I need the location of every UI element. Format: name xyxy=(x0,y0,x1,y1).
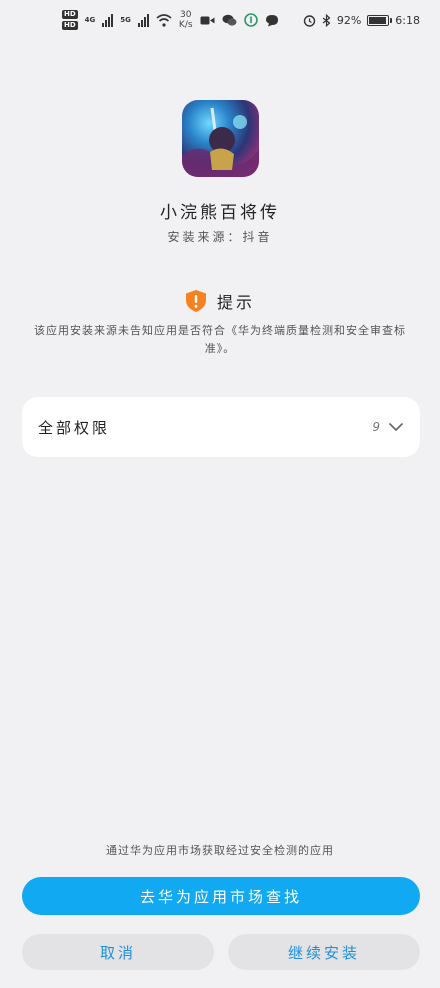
status-right: 92% 6:18 xyxy=(303,14,420,27)
speed-unit: K/s xyxy=(178,20,193,30)
clock: 6:18 xyxy=(395,14,420,27)
permissions-label: 全部权限 xyxy=(38,418,111,437)
battery-percent: 92% xyxy=(336,14,362,27)
chevron-down-icon xyxy=(388,422,404,432)
notice-title: 提示 xyxy=(216,293,255,312)
hd-badge-1: HD xyxy=(62,10,78,19)
shield-warning-icon xyxy=(185,290,206,312)
network-type-1: 4G xyxy=(84,16,96,24)
wifi-icon xyxy=(156,13,172,27)
all-permissions-row[interactable]: 全部权限 9 xyxy=(22,397,420,457)
signal-icon xyxy=(102,13,114,27)
status-bar: HD HD 4G 5G 30 K/s 92% 6:18 xyxy=(0,0,440,44)
message-icon xyxy=(265,14,278,26)
network-speed: 30 K/s xyxy=(179,10,193,30)
app-notify-icon xyxy=(243,13,258,27)
video-icon xyxy=(200,16,215,24)
signal-icon-2 xyxy=(137,13,149,27)
battery-icon xyxy=(367,15,393,26)
continue-install-button[interactable]: 继续安装 xyxy=(228,934,420,970)
speed-value: 30 xyxy=(180,10,192,20)
permissions-count: 9 xyxy=(372,420,380,434)
hd-badge-2: HD xyxy=(62,21,78,30)
hd-indicator: HD HD xyxy=(62,10,78,30)
bluetooth-icon xyxy=(322,14,331,27)
notice-header: 提示 xyxy=(0,289,440,313)
status-left: HD HD 4G 5G 30 K/s xyxy=(62,10,279,30)
app-name: 小浣熊百将传 xyxy=(160,203,280,223)
market-hint: 通过华为应用市场获取经过安全检测的应用 xyxy=(106,844,334,857)
cancel-button[interactable]: 取消 xyxy=(22,934,214,970)
app-icon xyxy=(182,100,259,177)
network-type-2: 5G xyxy=(120,16,131,24)
wechat-icon xyxy=(222,14,237,26)
search-in-appgallery-button[interactable]: 去华为应用市场查找 xyxy=(22,877,420,915)
alarm-icon xyxy=(303,15,316,27)
permissions-right: 9 xyxy=(372,420,404,434)
notice-text: 该应用安装来源未告知应用是否符合《华为终端质量检测和安全审查标准》。 xyxy=(34,324,406,355)
install-source: 安装来源：抖音 xyxy=(167,230,273,244)
